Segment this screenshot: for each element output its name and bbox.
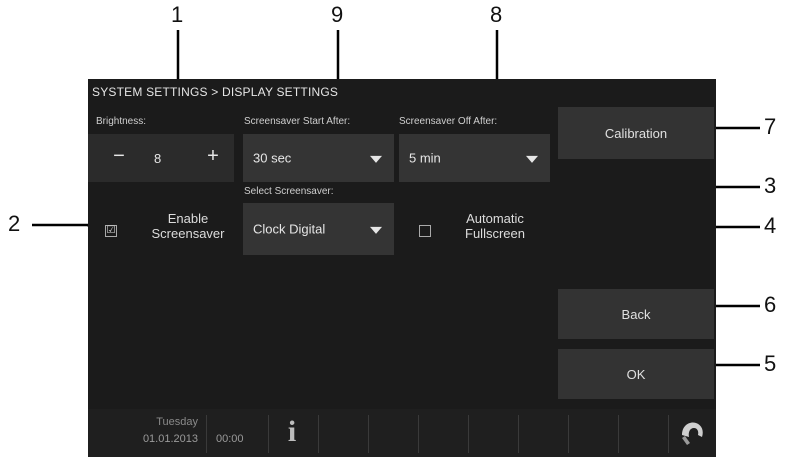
info-icon-glyph: i (287, 415, 297, 448)
status-divider (206, 415, 207, 453)
status-divider (368, 415, 369, 453)
status-divider (268, 415, 269, 453)
handset-icon[interactable] (676, 415, 708, 451)
enable-screensaver-label-line1: Enable (167, 211, 209, 226)
screensaver-start-dropdown[interactable]: 30 sec (243, 134, 394, 182)
screensaver-off-dropdown[interactable]: 5 min (399, 134, 550, 182)
callout-9: 9 (331, 2, 344, 27)
select-screensaver-label: Select Screensaver: (244, 186, 334, 197)
chevron-down-icon (370, 226, 382, 234)
brightness-increase-button[interactable]: + (202, 145, 224, 168)
calibration-button[interactable]: Calibration (558, 107, 714, 159)
info-icon[interactable]: i (282, 415, 302, 451)
display-settings-screen: SYSTEM SETTINGS > DISPLAY SETTINGS Brigh… (88, 79, 716, 457)
select-screensaver-dropdown[interactable]: Clock Digital (243, 203, 394, 255)
back-button[interactable]: Back (558, 289, 714, 339)
screensaver-off-label: Screensaver Off After: (399, 116, 498, 127)
status-divider (568, 415, 569, 453)
brightness-decrease-button[interactable]: − (108, 145, 130, 168)
brightness-value: 8 (154, 151, 162, 166)
status-time: 00:00 (216, 433, 244, 445)
status-day: Tuesday (156, 416, 198, 428)
automatic-fullscreen-checkbox[interactable] (419, 225, 431, 237)
callout-8: 8 (490, 2, 503, 27)
chevron-down-icon (370, 155, 382, 163)
status-divider (468, 415, 469, 453)
screensaver-start-value: 30 sec (253, 150, 292, 166)
select-screensaver-value: Clock Digital (253, 221, 326, 237)
callout-7: 7 (764, 114, 777, 139)
callout-2: 2 (8, 211, 21, 236)
brightness-label: Brightness: (96, 116, 147, 127)
callout-3: 3 (764, 173, 777, 198)
breadcrumb: SYSTEM SETTINGS > DISPLAY SETTINGS (92, 85, 339, 99)
handset-icon-svg (682, 422, 703, 445)
screensaver-off-value: 5 min (409, 150, 441, 166)
callout-4: 4 (764, 213, 777, 238)
status-divider (668, 415, 669, 453)
status-bar: Tuesday 01.01.2013 00:00 i (88, 409, 716, 457)
callout-1: 1 (171, 2, 184, 27)
enable-screensaver-label-line2: Screensaver (151, 226, 225, 241)
automatic-fullscreen-label: Automatic Fullscreen (450, 211, 540, 241)
status-divider (418, 415, 419, 453)
automatic-fullscreen-label-line1: Automatic (466, 211, 524, 226)
ok-button[interactable]: OK (558, 349, 714, 399)
status-date: 01.01.2013 (142, 433, 198, 445)
brightness-stepper: − 8 + (88, 134, 234, 182)
enable-screensaver-label: Enable Screensaver (140, 211, 236, 241)
enable-screensaver-checkbox[interactable]: ☑ (105, 225, 117, 237)
status-divider (618, 415, 619, 453)
automatic-fullscreen-label-line2: Fullscreen (465, 226, 525, 241)
callout-5: 5 (764, 351, 777, 376)
screensaver-start-label: Screensaver Start After: (244, 116, 351, 127)
callout-6: 6 (764, 292, 777, 317)
status-divider (518, 415, 519, 453)
status-divider (318, 415, 319, 453)
chevron-down-icon (526, 155, 538, 163)
